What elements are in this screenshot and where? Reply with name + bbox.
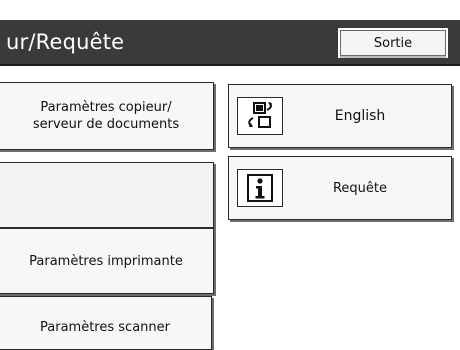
language-button[interactable]: English: [228, 84, 452, 148]
empty-settings-button[interactable]: [0, 162, 214, 228]
inquiry-label: Requête: [332, 180, 388, 196]
header: ur/Requête Sortie: [0, 0, 460, 70]
language-label: English: [334, 107, 386, 124]
scanner-settings-button[interactable]: Paramètres scanner: [0, 296, 212, 350]
printer-settings-label: Paramètres imprimante: [29, 253, 183, 269]
title-bar: ur/Requête Sortie: [0, 20, 460, 66]
printer-settings-button[interactable]: Paramètres imprimante: [0, 228, 214, 294]
inquiry-button[interactable]: Requête: [228, 156, 452, 220]
copier-settings-label: Paramètres copieur/ serveur de documents: [32, 100, 180, 132]
copier-document-server-settings-button[interactable]: Paramètres copieur/ serveur de documents: [0, 82, 214, 150]
info-icon: [237, 169, 283, 207]
settings-panel: Paramètres copieur/ serveur de documents…: [0, 70, 460, 350]
exit-button[interactable]: Sortie: [338, 28, 448, 58]
language-switch-icon: [237, 97, 283, 135]
scanner-settings-label: Paramètres scanner: [40, 320, 170, 335]
page-title: ur/Requête: [6, 30, 125, 54]
